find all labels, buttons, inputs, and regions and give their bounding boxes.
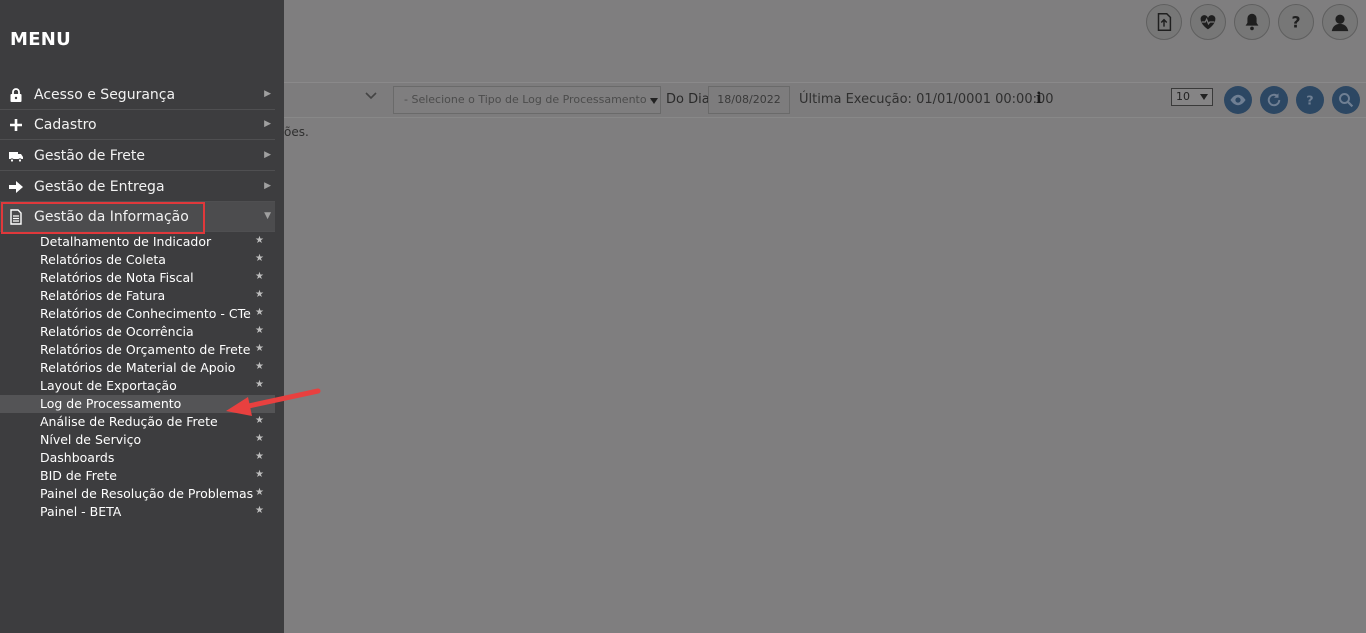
menu-item-cadastro[interactable]: Cadastro ▶ [0, 110, 275, 140]
menu-item-label: Gestão de Frete [34, 147, 145, 164]
annotation-arrow-icon [226, 388, 321, 416]
submenu-item-relatorios-fatura[interactable]: Relatórios de Fatura ★ [0, 287, 275, 305]
upload-icon[interactable] [1146, 4, 1182, 40]
log-type-select[interactable]: - Selecione o Tipo de Log de Processamen… [393, 86, 661, 114]
star-icon[interactable]: ★ [255, 343, 264, 354]
star-icon[interactable]: ★ [255, 487, 264, 498]
day-label: Do Dia [666, 92, 710, 107]
submenu-item-relatorios-nota-fiscal[interactable]: Relatórios de Nota Fiscal ★ [0, 269, 275, 287]
submenu-item-label: Relatórios de Conhecimento - CTe [40, 306, 251, 321]
content-partial-text: ões. [284, 125, 309, 139]
chevron-right-icon: ▶ [264, 89, 271, 99]
caret-down-icon [1200, 94, 1208, 100]
date-input[interactable]: 18/08/2022 [708, 86, 790, 114]
submenu-item-label: Log de Processamento [40, 396, 182, 411]
submenu-item-detalhamento-indicador[interactable]: Detalhamento de Indicador ★ [0, 233, 275, 251]
last-execution-text: Última Execução: 01/01/0001 00:00:00 [799, 92, 1054, 107]
star-icon[interactable]: ★ [255, 235, 264, 246]
search-icon[interactable] [1332, 86, 1360, 114]
truck-icon [8, 148, 24, 164]
submenu-item-label: Nível de Serviço [40, 432, 142, 447]
sidebar-menu: MENU Acesso e Segurança ▶ Cadastro ▶ Ges… [0, 0, 284, 633]
svg-text:?: ? [1291, 14, 1300, 32]
header-icons: ? [1146, 4, 1358, 40]
submenu-item-label: Relatórios de Ocorrência [40, 324, 194, 339]
submenu-item-label: Relatórios de Nota Fiscal [40, 270, 194, 285]
submenu-item-label: Análise de Redução de Frete [40, 414, 218, 429]
log-type-placeholder: - Selecione o Tipo de Log de Processamen… [404, 93, 655, 106]
chevron-right-icon: ▶ [264, 181, 271, 191]
help-button-icon[interactable]: ? [1296, 86, 1324, 114]
star-icon[interactable]: ★ [255, 469, 264, 480]
submenu-item-painel-resolucao[interactable]: Painel de Resolução de Problemas ★ [0, 485, 275, 503]
lock-icon [8, 87, 24, 103]
submenu-item-relatorios-orcamento-frete[interactable]: Relatórios de Orçamento de Frete ★ [0, 341, 275, 359]
help-icon[interactable]: ? [1278, 4, 1314, 40]
star-icon[interactable]: ★ [255, 307, 264, 318]
submenu-item-label: Relatórios de Coleta [40, 252, 166, 267]
plus-icon [8, 117, 24, 133]
star-icon[interactable]: ★ [255, 289, 264, 300]
star-icon[interactable]: ★ [255, 505, 264, 516]
chevron-down-icon: ▼ [264, 211, 271, 221]
submenu-item-label: BID de Frete [40, 468, 117, 483]
submenu-item-label: Painel - BETA [40, 504, 122, 519]
chevron-down-icon[interactable] [364, 89, 378, 103]
submenu-item-bid-frete[interactable]: BID de Frete ★ [0, 467, 275, 485]
menu-item-gestao-frete[interactable]: Gestão de Frete ▶ [0, 141, 275, 171]
user-icon[interactable] [1322, 4, 1358, 40]
submenu-item-label: Dashboards [40, 450, 115, 465]
submenu-item-label: Detalhamento de Indicador [40, 234, 212, 249]
arrow-right-icon [8, 179, 24, 195]
page-size-value: 10 [1176, 90, 1190, 103]
star-icon[interactable]: ★ [255, 433, 264, 444]
star-icon[interactable]: ★ [255, 361, 264, 372]
submenu-item-label: Relatórios de Fatura [40, 288, 166, 303]
page-size-select[interactable]: 10 [1171, 88, 1213, 106]
menu-item-label: Cadastro [34, 116, 97, 133]
menu-item-gestao-entrega[interactable]: Gestão de Entrega ▶ [0, 172, 275, 202]
chevron-right-icon: ▶ [264, 119, 271, 129]
caret-down-icon [650, 98, 658, 104]
submenu-item-relatorios-coleta[interactable]: Relatórios de Coleta ★ [0, 251, 275, 269]
menu-item-label: Acesso e Segurança [34, 86, 176, 103]
menu-title: MENU [10, 29, 72, 50]
chevron-right-icon: ▶ [264, 150, 271, 160]
star-icon[interactable]: ★ [255, 253, 264, 264]
submenu-item-label: Relatórios de Material de Apoio [40, 360, 236, 375]
menu-item-acesso-seguranca[interactable]: Acesso e Segurança ▶ [0, 80, 275, 110]
submenu-item-label: Relatórios de Orçamento de Frete [40, 342, 251, 357]
refresh-icon[interactable] [1260, 86, 1288, 114]
submenu-item-relatorios-ocorrencia[interactable]: Relatórios de Ocorrência ★ [0, 323, 275, 341]
svg-text:?: ? [1306, 94, 1313, 109]
filter-toolbar: - Selecione o Tipo de Log de Processamen… [284, 83, 1366, 118]
submenu-item-painel-beta[interactable]: Painel - BETA ★ [0, 503, 275, 521]
eye-icon[interactable] [1224, 86, 1252, 114]
submenu-item-label: Painel de Resolução de Problemas [40, 486, 254, 501]
submenu-item-relatorios-conhecimento[interactable]: Relatórios de Conhecimento - CTe ★ [0, 305, 275, 323]
submenu-item-label: Layout de Exportação [40, 378, 177, 393]
submenu-item-relatorios-material-apoio[interactable]: Relatórios de Material de Apoio ★ [0, 359, 275, 377]
star-icon[interactable]: ★ [255, 271, 264, 282]
submenu-item-nivel-servico[interactable]: Nível de Serviço ★ [0, 431, 275, 449]
menu-item-label: Gestão de Entrega [34, 178, 165, 195]
submenu-item-dashboards[interactable]: Dashboards ★ [0, 449, 275, 467]
star-icon[interactable]: ★ [255, 451, 264, 462]
info-icon[interactable]: i [1036, 89, 1042, 107]
heart-pulse-icon[interactable] [1190, 4, 1226, 40]
star-icon[interactable]: ★ [255, 325, 264, 336]
highlight-annotation-box [1, 202, 205, 234]
bell-icon[interactable] [1234, 4, 1270, 40]
